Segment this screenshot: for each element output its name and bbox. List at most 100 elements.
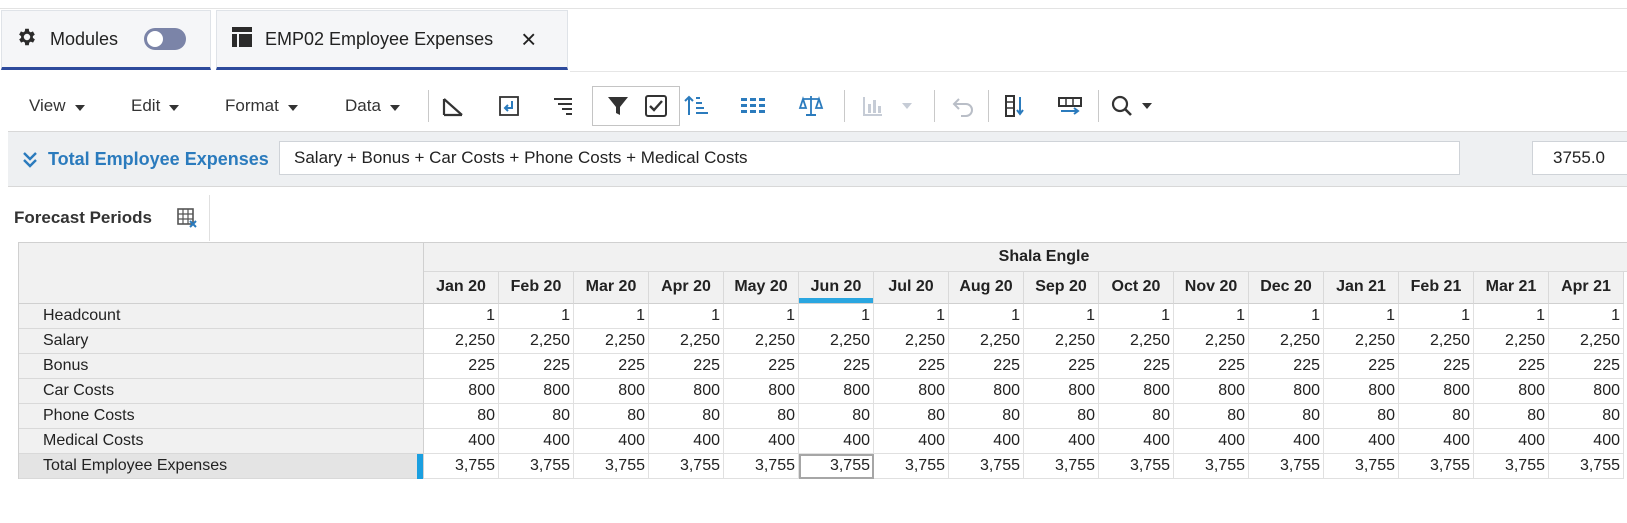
double-chevron-down-icon[interactable] xyxy=(22,150,38,173)
grid-cell[interactable]: 225 xyxy=(1399,354,1474,379)
grid-cell[interactable]: 2,250 xyxy=(1024,329,1099,354)
grid-cell[interactable]: 400 xyxy=(1324,429,1399,454)
grid-cell[interactable]: 2,250 xyxy=(874,329,949,354)
data-menu[interactable]: Data xyxy=(345,82,400,130)
grid-cell[interactable]: 1 xyxy=(649,304,724,329)
grid-cell[interactable]: 80 xyxy=(1549,404,1624,429)
grid-cell[interactable]: 400 xyxy=(874,429,949,454)
column-header[interactable]: Jun 20 xyxy=(799,272,874,304)
grid-cell[interactable]: 800 xyxy=(649,379,724,404)
grid-cell[interactable]: 400 xyxy=(499,429,574,454)
grid-cell[interactable]: 2,250 xyxy=(1549,329,1624,354)
grid-cell[interactable]: 3,755 xyxy=(724,454,799,479)
grid-cell[interactable]: 225 xyxy=(574,354,649,379)
grid-cell[interactable]: 800 xyxy=(1099,379,1174,404)
grid-cell[interactable]: 225 xyxy=(949,354,1024,379)
grid-cell[interactable]: 400 xyxy=(949,429,1024,454)
grid-cell[interactable]: 3,755 xyxy=(1024,454,1099,479)
column-header[interactable]: Mar 21 xyxy=(1474,272,1549,304)
grid-cell[interactable]: 1 xyxy=(874,304,949,329)
grid-cell[interactable]: 225 xyxy=(1174,354,1249,379)
row-header[interactable]: Medical Costs xyxy=(19,429,424,454)
grid-cell[interactable]: 400 xyxy=(1549,429,1624,454)
indent-icon[interactable] xyxy=(548,93,578,119)
grid-cell[interactable]: 1 xyxy=(574,304,649,329)
grid-cell[interactable]: 3,755 xyxy=(574,454,649,479)
modules-toggle[interactable] xyxy=(144,28,187,50)
column-header[interactable]: Nov 20 xyxy=(1174,272,1249,304)
column-header[interactable]: Apr 21 xyxy=(1549,272,1624,304)
grid-cell[interactable]: 1 xyxy=(949,304,1024,329)
grid-cell[interactable]: 400 xyxy=(424,429,499,454)
sort-icon[interactable] xyxy=(682,93,712,119)
grid-cell[interactable]: 2,250 xyxy=(1399,329,1474,354)
grid-cell[interactable]: 400 xyxy=(1099,429,1174,454)
grid-cell[interactable]: 80 xyxy=(949,404,1024,429)
grid-cell[interactable]: 800 xyxy=(1474,379,1549,404)
grid-cell[interactable]: 800 xyxy=(724,379,799,404)
grid-cell[interactable]: 2,250 xyxy=(649,329,724,354)
column-header[interactable]: Sep 20 xyxy=(1024,272,1099,304)
grid-cell[interactable]: 80 xyxy=(1024,404,1099,429)
grid-cell[interactable]: 225 xyxy=(649,354,724,379)
line-item-name[interactable]: Total Employee Expenses xyxy=(48,149,269,170)
grid-cell[interactable]: 80 xyxy=(1099,404,1174,429)
grid-cell[interactable]: 225 xyxy=(1024,354,1099,379)
grid-cell[interactable]: 800 xyxy=(499,379,574,404)
grid-cell[interactable]: 800 xyxy=(1174,379,1249,404)
grid-cell[interactable]: 3,755 xyxy=(649,454,724,479)
grid-cell[interactable]: 2,250 xyxy=(574,329,649,354)
grid-cell[interactable]: 2,250 xyxy=(1249,329,1324,354)
grid-cell[interactable]: 2,250 xyxy=(1174,329,1249,354)
grid-cell[interactable]: 80 xyxy=(1474,404,1549,429)
freeze-rows-icon[interactable] xyxy=(1055,93,1085,119)
edit-menu[interactable]: Edit xyxy=(131,82,180,130)
grid-cell[interactable]: 2,250 xyxy=(799,329,874,354)
grid-cell[interactable]: 800 xyxy=(874,379,949,404)
grid-cell[interactable]: 80 xyxy=(574,404,649,429)
grid-cell[interactable]: 400 xyxy=(1174,429,1249,454)
balance-icon[interactable] xyxy=(796,93,826,119)
tab-modules[interactable]: Modules xyxy=(1,10,211,70)
grid-cell[interactable]: 225 xyxy=(499,354,574,379)
grid-cell[interactable]: 800 xyxy=(1549,379,1624,404)
grid-cell[interactable]: 1 xyxy=(1399,304,1474,329)
row-header[interactable]: Salary xyxy=(19,329,424,354)
column-header[interactable]: Dec 20 xyxy=(1249,272,1324,304)
grid-cell[interactable]: 1 xyxy=(1474,304,1549,329)
checkbox-icon[interactable] xyxy=(641,93,671,119)
grid-cell[interactable]: 80 xyxy=(1324,404,1399,429)
view-menu[interactable]: View xyxy=(29,82,85,130)
column-header[interactable]: Aug 20 xyxy=(949,272,1024,304)
grid-cell[interactable]: 400 xyxy=(1249,429,1324,454)
grid-cell[interactable]: 1 xyxy=(424,304,499,329)
grid-cell[interactable]: 3,755 xyxy=(1324,454,1399,479)
chevron-down-icon[interactable] xyxy=(1132,93,1162,119)
column-header[interactable]: Apr 20 xyxy=(649,272,724,304)
grid-cell[interactable]: 400 xyxy=(724,429,799,454)
column-header[interactable]: Feb 21 xyxy=(1399,272,1474,304)
grid-cell[interactable]: 3,755 xyxy=(799,454,874,479)
grid-cell[interactable]: 225 xyxy=(1474,354,1549,379)
grid-cell[interactable]: 1 xyxy=(1174,304,1249,329)
formula-input[interactable]: Salary + Bonus + Car Costs + Phone Costs… xyxy=(279,141,1460,175)
grid-cell[interactable]: 1 xyxy=(799,304,874,329)
grid-cell[interactable]: 3,755 xyxy=(1474,454,1549,479)
grid-cell[interactable]: 800 xyxy=(1324,379,1399,404)
grid-cell[interactable]: 225 xyxy=(1099,354,1174,379)
column-header[interactable]: Feb 20 xyxy=(499,272,574,304)
column-header[interactable]: Jan 20 xyxy=(424,272,499,304)
grid-cell[interactable]: 2,250 xyxy=(724,329,799,354)
row-header[interactable]: Car Costs xyxy=(19,379,424,404)
grid-cell[interactable]: 225 xyxy=(799,354,874,379)
grid-cell[interactable]: 225 xyxy=(874,354,949,379)
grid-clear-icon[interactable] xyxy=(176,207,198,234)
filter-icon[interactable] xyxy=(603,93,633,119)
grid-cell[interactable]: 800 xyxy=(949,379,1024,404)
grid-cell[interactable]: 1 xyxy=(1549,304,1624,329)
grid-cell[interactable]: 3,755 xyxy=(874,454,949,479)
row-header[interactable]: Headcount xyxy=(19,304,424,329)
grid-cell[interactable]: 80 xyxy=(1174,404,1249,429)
column-header[interactable]: Jan 21 xyxy=(1324,272,1399,304)
column-header[interactable]: Oct 20 xyxy=(1099,272,1174,304)
